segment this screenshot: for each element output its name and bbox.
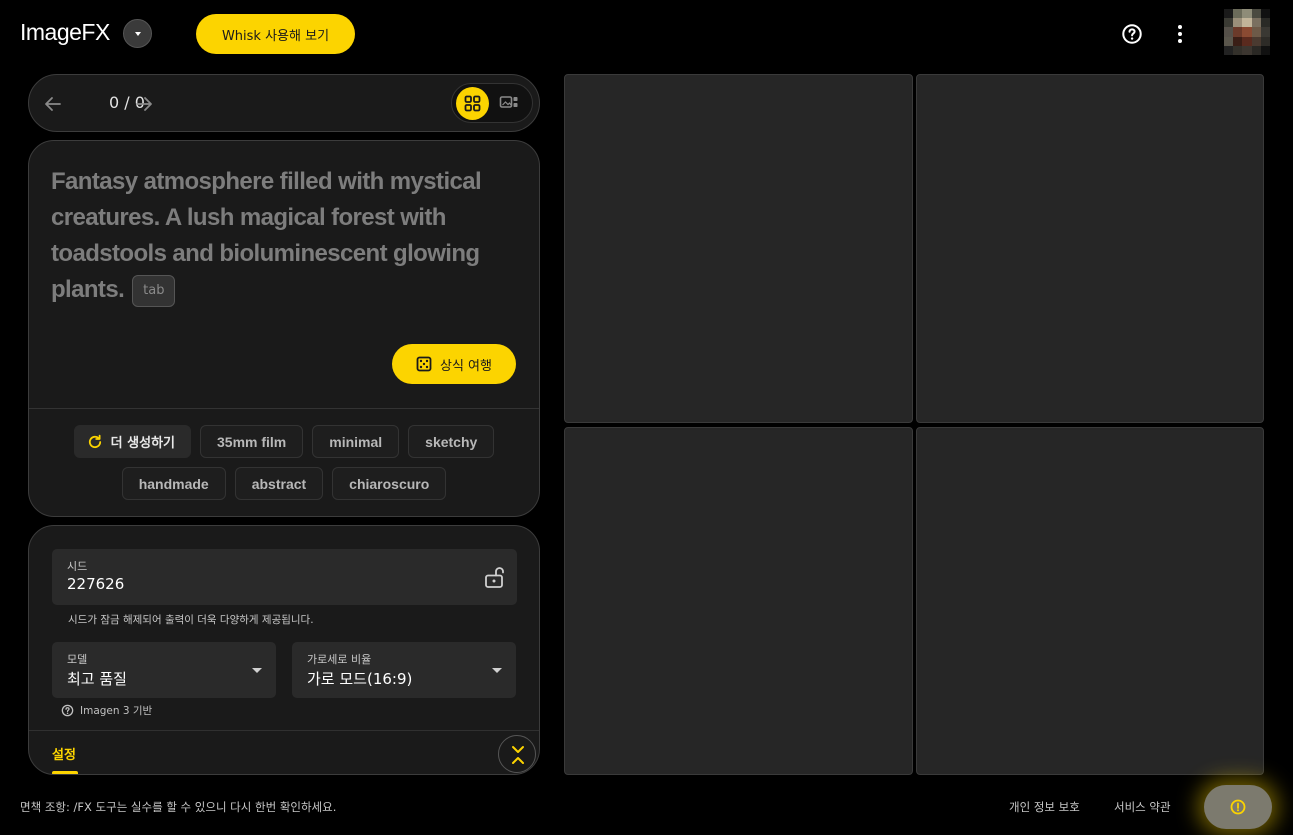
privacy-link[interactable]: 개인 정보 보호 — [1009, 799, 1080, 815]
arrow-right-icon[interactable] — [133, 93, 155, 115]
generate-more-label: 더 생성하기 — [110, 436, 175, 451]
generate-more-chip[interactable]: 더 생성하기 — [73, 425, 191, 458]
tab-active-indicator — [52, 771, 78, 774]
prompt-input[interactable]: Fantasy atmosphere filled with mystical … — [51, 164, 521, 308]
try-whisk-button[interactable]: Whisk 사용해 보기 — [196, 14, 355, 54]
style-chips: 더 생성하기 35mm film minimal sketchy handmad… — [29, 425, 539, 509]
single-view-icon[interactable] — [499, 93, 519, 113]
help-circle-icon — [61, 704, 74, 717]
tab-settings[interactable]: 설정 — [52, 744, 76, 763]
style-chip[interactable]: minimal — [312, 425, 400, 458]
app-switcher-dropdown-icon[interactable] — [123, 19, 152, 48]
style-chip[interactable]: handmade — [121, 467, 226, 500]
app-logo[interactable]: ImageFX — [20, 19, 110, 46]
style-chip[interactable]: abstract — [234, 467, 324, 500]
help-circle-icon[interactable] — [1121, 23, 1143, 45]
refresh-icon — [88, 434, 101, 448]
settings-divider — [29, 730, 539, 731]
seed-unlocked-note: 시드가 잠금 해제되어 출력이 더욱 다양하게 제공됩니다. — [68, 614, 314, 626]
view-mode-toggle — [451, 83, 533, 123]
collapse-settings-button[interactable] — [498, 735, 536, 773]
feeling-lucky-button[interactable]: 상식 여행 — [392, 344, 516, 384]
image-placeholder[interactable] — [916, 427, 1264, 775]
image-placeholder[interactable] — [916, 74, 1264, 423]
top-bar: ImageFX Whisk 사용해 보기 — [0, 0, 1293, 68]
model-value: 최고 품질 — [67, 670, 127, 688]
imagen-version-label: Imagen 3 기반 — [80, 705, 153, 717]
feedback-button[interactable] — [1204, 785, 1272, 829]
chevron-down-icon — [492, 668, 502, 673]
prompt-panel: Fantasy atmosphere filled with mystical … — [28, 140, 540, 517]
disclaimer-text: 면책 조항: /FX 도구는 실수를 할 수 있으니 다시 한번 확인하세요. — [20, 800, 337, 814]
image-placeholder[interactable] — [564, 74, 913, 423]
grid-view-button[interactable] — [456, 87, 489, 120]
dice-icon — [416, 356, 432, 372]
seed-label: 시드 — [67, 560, 88, 573]
style-chip[interactable]: chiaroscuro — [332, 467, 447, 500]
settings-panel: 시드 227626 시드가 잠금 해제되어 출력이 더욱 다양하게 제공됩니다.… — [28, 525, 540, 775]
user-avatar[interactable] — [1224, 9, 1270, 55]
style-chip[interactable]: 35mm film — [200, 425, 304, 458]
grid-view-icon — [464, 95, 481, 112]
tab-hint-chip: tab — [132, 274, 176, 307]
imagen-version-note: Imagen 3 기반 — [61, 703, 152, 718]
prompt-divider — [29, 408, 539, 409]
aspect-ratio-select[interactable]: 가로세로 비율 가로 모드(16:9) — [292, 642, 516, 698]
aspect-ratio-value: 가로 모드(16:9) — [307, 670, 413, 688]
feedback-icon — [1230, 799, 1246, 815]
terms-link[interactable]: 서비스 약관 — [1114, 799, 1171, 815]
chevron-down-icon — [252, 668, 262, 673]
more-vert-icon[interactable] — [1170, 23, 1190, 45]
style-chip[interactable]: sketchy — [408, 425, 495, 458]
collapse-chevrons-icon — [512, 746, 524, 764]
arrow-left-icon[interactable] — [42, 93, 64, 115]
prompt-placeholder-text: Fantasy atmosphere filled with mystical … — [51, 168, 482, 303]
image-placeholder[interactable] — [564, 427, 913, 775]
model-select[interactable]: 모델 최고 품질 — [52, 642, 276, 698]
result-navigator: 0 / 0 — [28, 74, 540, 132]
aspect-ratio-label: 가로세로 비율 — [307, 653, 372, 666]
seed-field[interactable]: 시드 227626 — [52, 549, 517, 605]
model-label: 모델 — [67, 653, 88, 666]
feeling-lucky-label: 상식 여행 — [440, 358, 492, 374]
lock-open-icon[interactable] — [483, 565, 505, 589]
seed-value[interactable]: 227626 — [67, 575, 124, 593]
